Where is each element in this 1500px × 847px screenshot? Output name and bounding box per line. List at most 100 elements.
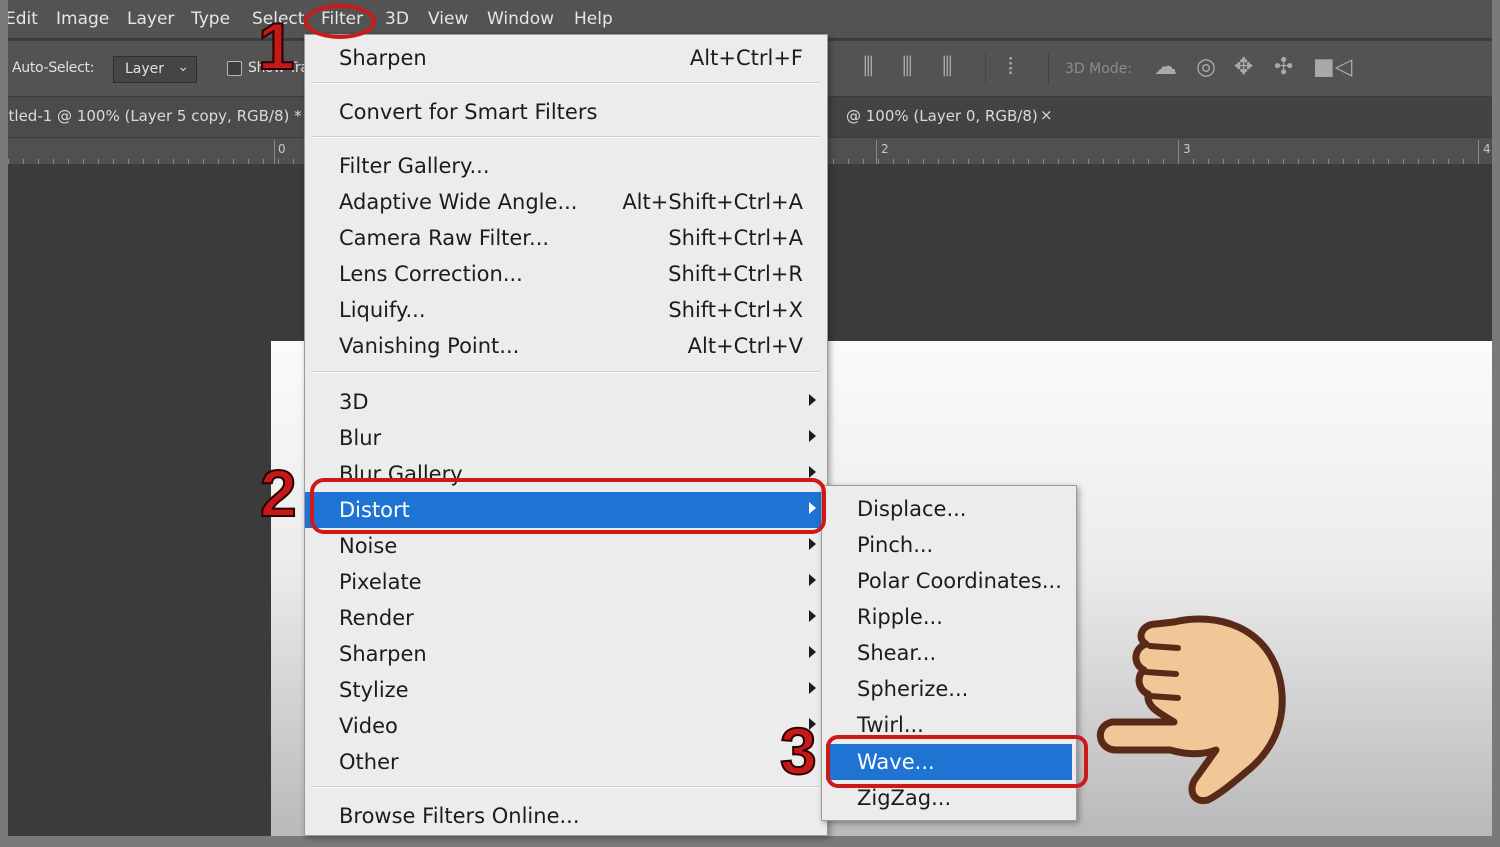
menu-item-filter-gallery[interactable]: Filter Gallery... xyxy=(305,148,827,184)
menu-item-label: Video xyxy=(339,714,398,738)
menu-item-shortcut: Alt+Ctrl+V xyxy=(687,334,803,358)
menu-item-label: Sharpen xyxy=(339,46,427,70)
menu-item-label: 3D xyxy=(339,390,369,414)
submenu-item-polar-coordinates[interactable]: Polar Coordinates... xyxy=(822,563,1076,599)
submenu-arrow-icon xyxy=(809,466,816,478)
submenu-item-displace[interactable]: Displace... xyxy=(822,491,1076,527)
menu-item-shortcut: Alt+Shift+Ctrl+A xyxy=(622,190,803,214)
menu-item-pixelate[interactable]: Pixelate xyxy=(305,564,827,600)
menu-layer[interactable]: Layer xyxy=(127,9,174,29)
submenu-arrow-icon xyxy=(809,394,816,406)
step-1-marker: 1 xyxy=(257,8,296,84)
3d-pan-icon[interactable]: ✥ xyxy=(1234,54,1253,80)
menu-item-label: Filter Gallery... xyxy=(339,154,490,178)
3d-orbit-icon[interactable]: ☁ xyxy=(1154,54,1177,80)
ruler-number: 2 xyxy=(881,142,889,156)
menu-item-camera-raw[interactable]: Camera Raw Filter... Shift+Ctrl+A xyxy=(305,220,827,256)
align-center-icon[interactable]: ⫼ xyxy=(902,54,913,80)
menu-item-label: Browse Filters Online... xyxy=(339,804,580,828)
chevron-down-icon: ⌄ xyxy=(177,59,189,75)
menu-item-label: Blur xyxy=(339,426,382,450)
menu-window[interactable]: Window xyxy=(487,9,554,29)
tab-2-label: @ 100% (Layer 0, RGB/8) xyxy=(846,107,1038,125)
menu-item-render[interactable]: Render xyxy=(305,600,827,636)
menu-item-shortcut: Alt+Ctrl+F xyxy=(689,46,803,70)
submenu-arrow-icon xyxy=(809,682,816,694)
ruler-number: 4 xyxy=(1483,142,1491,156)
submenu-item-label: Ripple... xyxy=(857,605,943,629)
ruler-number: 3 xyxy=(1183,142,1191,156)
submenu-arrow-icon xyxy=(809,610,816,622)
align-left-icon[interactable]: ⫼ xyxy=(863,54,874,80)
close-icon[interactable]: × xyxy=(1040,106,1053,124)
submenu-arrow-icon xyxy=(809,538,816,550)
tab-1-label: Untitled-1 @ 100% (Layer 5 copy, RGB/8) … xyxy=(8,107,302,125)
menu-item-vanishing-point[interactable]: Vanishing Point... Alt+Ctrl+V xyxy=(305,328,827,364)
show-transform-checkbox[interactable] xyxy=(227,61,242,76)
3d-slide-icon[interactable]: ✣ xyxy=(1274,54,1293,80)
menu-item-label: Sharpen xyxy=(339,642,427,666)
submenu-item-label: Spherize... xyxy=(857,677,969,701)
menu-item-browse-filters[interactable]: Browse Filters Online... xyxy=(305,798,827,834)
menu-item-label: Liquify... xyxy=(339,298,426,322)
menu-item-shortcut: Shift+Ctrl+X xyxy=(668,298,803,322)
menu-item-label: Pixelate xyxy=(339,570,422,594)
menu-item-3d[interactable]: 3D xyxy=(305,384,827,420)
distribute-icon[interactable]: ⦙ xyxy=(1008,54,1013,80)
3d-camera-icon[interactable]: ■◁ xyxy=(1313,54,1352,80)
submenu-arrow-icon xyxy=(809,430,816,442)
3d-mode-label: 3D Mode: xyxy=(1065,61,1132,77)
menu-type[interactable]: Type xyxy=(191,9,230,29)
menu-item-label: Render xyxy=(339,606,414,630)
pointing-hand-icon xyxy=(1097,615,1286,805)
auto-select-label: Auto-Select: xyxy=(12,60,95,76)
3d-roll-icon[interactable]: ◎ xyxy=(1196,54,1216,80)
menu-item-stylize[interactable]: Stylize xyxy=(305,672,827,708)
menu-item-liquify[interactable]: Liquify... Shift+Ctrl+X xyxy=(305,292,827,328)
menu-item-sharpen[interactable]: Sharpen xyxy=(305,636,827,672)
align-right-icon[interactable]: ⫼ xyxy=(942,54,953,80)
menu-item-label: Convert for Smart Filters xyxy=(339,100,598,124)
submenu-item-pinch[interactable]: Pinch... xyxy=(822,527,1076,563)
submenu-item-ripple[interactable]: Ripple... xyxy=(822,599,1076,635)
menu-item-video[interactable]: Video xyxy=(305,708,827,744)
document-tab-2[interactable]: @ 100% (Layer 0, RGB/8) × xyxy=(830,97,1070,137)
menu-item-adaptive-wide-angle[interactable]: Adaptive Wide Angle... Alt+Shift+Ctrl+A xyxy=(305,184,827,220)
menu-item-label: Stylize xyxy=(339,678,409,702)
submenu-item-label: ZigZag... xyxy=(857,786,952,810)
menu-view[interactable]: View xyxy=(428,9,468,29)
submenu-item-label: Pinch... xyxy=(857,533,934,557)
distort-highlight-ring xyxy=(310,478,826,534)
menu-item-blur[interactable]: Blur xyxy=(305,420,827,456)
menu-item-label: Vanishing Point... xyxy=(339,334,520,358)
menu-item-label: Camera Raw Filter... xyxy=(339,226,550,250)
menu-image[interactable]: Image xyxy=(56,9,109,29)
filter-highlight-ring xyxy=(304,4,376,39)
menu-edit[interactable]: Edit xyxy=(8,9,38,29)
step-2-marker: 2 xyxy=(259,455,298,531)
submenu-item-label: Shear... xyxy=(857,641,937,665)
step-3-marker: 3 xyxy=(779,713,818,789)
menu-item-other[interactable]: Other xyxy=(305,744,827,780)
menu-item-lens-correction[interactable]: Lens Correction... Shift+Ctrl+R xyxy=(305,256,827,292)
submenu-item-shear[interactable]: Shear... xyxy=(822,635,1076,671)
menu-item-label: Noise xyxy=(339,534,398,558)
submenu-arrow-icon xyxy=(809,574,816,586)
submenu-item-label: Displace... xyxy=(857,497,967,521)
submenu-arrow-icon xyxy=(809,646,816,658)
menu-3d[interactable]: 3D xyxy=(385,9,409,29)
menu-item-convert-smart-filters[interactable]: Convert for Smart Filters xyxy=(305,94,827,130)
menu-item-shortcut: Shift+Ctrl+A xyxy=(668,226,803,250)
submenu-item-spherize[interactable]: Spherize... xyxy=(822,671,1076,707)
menu-item-sharpen-last[interactable]: Sharpen Alt+Ctrl+F xyxy=(305,40,827,76)
menu-bar: Edit Image Layer Type Select Filter 3D V… xyxy=(8,0,1492,38)
menu-item-label: Other xyxy=(339,750,399,774)
document-tab-1[interactable]: Untitled-1 @ 100% (Layer 5 copy, RGB/8) … xyxy=(8,97,306,137)
menu-help[interactable]: Help xyxy=(574,9,613,29)
menu-item-label: Lens Correction... xyxy=(339,262,523,286)
menu-separator xyxy=(311,82,821,84)
menu-separator xyxy=(311,786,821,788)
auto-select-dropdown[interactable]: Layer ⌄ xyxy=(113,56,197,83)
menu-separator xyxy=(311,136,821,138)
menu-item-shortcut: Shift+Ctrl+R xyxy=(668,262,803,286)
